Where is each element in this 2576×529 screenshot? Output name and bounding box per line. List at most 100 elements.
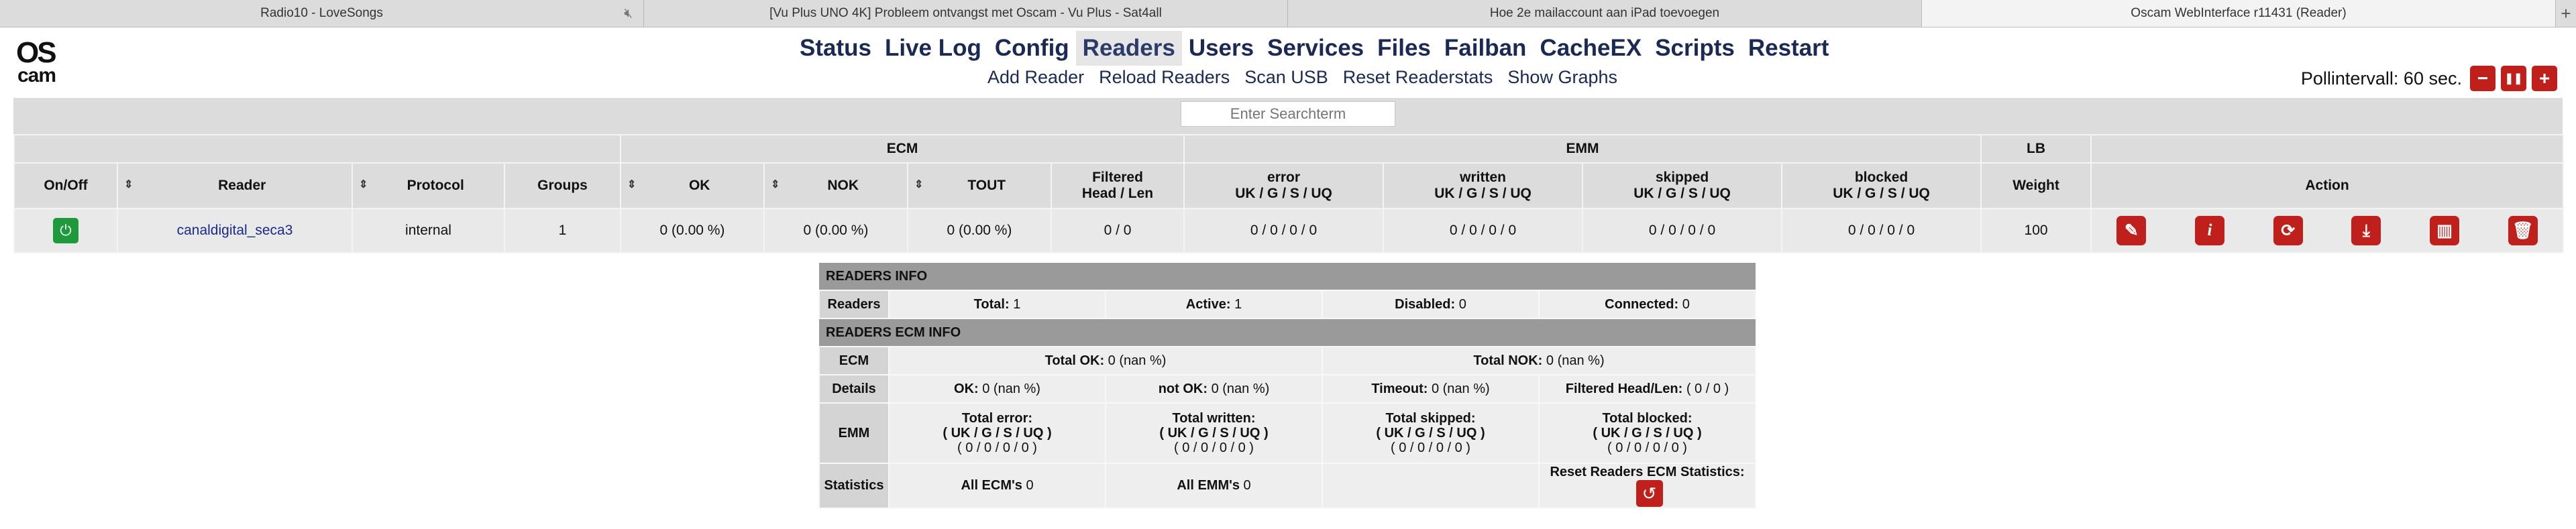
group-header-ecm: ECM [619, 134, 1185, 164]
cell-filtered: 0 / 0 [1050, 208, 1185, 253]
col-emm-error: error UK / G / S / UQ [1183, 162, 1385, 209]
connected-readers: Connected: 0 [1538, 290, 1756, 319]
reset-statistics: Reset Readers ECM Statistics:↺ [1538, 463, 1756, 509]
tab-title: Radio10 - LoveSongs [260, 6, 383, 20]
all-ecms: All ECM's 0 [888, 463, 1106, 509]
col-ok[interactable]: ⇕ OK [620, 162, 765, 209]
col-groups[interactable]: Groups [504, 162, 621, 209]
refresh-icon[interactable]: ⟳ [2273, 216, 2303, 245]
cell-emm-written: 0 / 0 / 0 / 0 [1383, 208, 1584, 253]
details-timeout: Timeout: 0 (nan %) [1322, 374, 1540, 404]
emm-total-written: Total written:( UK / G / S / UQ )( 0 / 0… [1105, 402, 1323, 464]
reset-stats-icon[interactable]: ↺ [1635, 480, 1663, 507]
browser-tab-oscam[interactable]: Oscam WebInterface r11431 (Reader) [1922, 0, 2556, 27]
main-nav: Status Live Log Config Readers Users Ser… [793, 31, 1835, 66]
stats-icon[interactable]: ▥ [2430, 216, 2459, 245]
col-filtered: Filtered Head / Len [1050, 162, 1185, 209]
poll-increase-button[interactable]: + [2532, 66, 2557, 91]
search-input[interactable] [1181, 101, 1395, 127]
emm-total-error: Total error:( UK / G / S / UQ )( 0 / 0 /… [888, 402, 1106, 464]
cell-emm-blocked: 0 / 0 / 0 / 0 [1781, 208, 1982, 253]
readers-info-table: READERS INFO Readers Total: 1 Active: 1 … [818, 263, 1756, 509]
emm-total-blocked: Total blocked:( UK / G / S / UQ )( 0 / 0… [1538, 402, 1756, 464]
emm-total-skipped: Total skipped:( UK / G / S / UQ )( 0 / 0… [1322, 402, 1540, 464]
total-nok: Total NOK: 0 (nan %) [1322, 346, 1756, 375]
emm-label: EMM [818, 402, 890, 464]
nav-status[interactable]: Status [793, 31, 878, 66]
poll-label: Pollintervall: 60 sec. [2300, 68, 2462, 89]
nav-scripts[interactable]: Scripts [1648, 31, 1741, 66]
add-reader-link[interactable]: Add Reader [987, 67, 1084, 88]
delete-icon[interactable]: 🗑︎ [2508, 216, 2538, 245]
tab-title: [Vu Plus UNO 4K] Probleem ontvangst met … [769, 6, 1162, 20]
browser-tab-radio10[interactable]: Radio10 - LoveSongs 🔇︎ [0, 0, 644, 27]
sort-icon[interactable]: ⇕ [359, 178, 368, 191]
nav-cacheex[interactable]: CacheEX [1533, 31, 1648, 66]
nav-failban[interactable]: Failban [1438, 31, 1534, 66]
show-graphs-link[interactable]: Show Graphs [1507, 67, 1617, 88]
scan-usb-link[interactable]: Scan USB [1244, 67, 1328, 88]
details-not-ok: not OK: 0 (nan %) [1105, 374, 1323, 404]
browser-tab-sat4all[interactable]: [Vu Plus UNO 4K] Probleem ontvangst met … [644, 0, 1288, 27]
poll-decrease-button[interactable]: − [2470, 66, 2496, 91]
poll-pause-button[interactable]: ❚❚ [2501, 66, 2526, 91]
oscam-logo[interactable]: OS cam [13, 38, 60, 86]
col-weight: Weight [1980, 162, 2092, 209]
col-nok[interactable]: ⇕ NOK [763, 162, 908, 209]
statistics-empty [1322, 463, 1540, 509]
power-toggle-icon[interactable]: ⏻ [53, 218, 78, 243]
details-ok: OK: 0 (nan %) [888, 374, 1106, 404]
sub-nav: Add Reader Reload Readers Scan USB Reset… [987, 67, 1617, 88]
browser-tab-bar: Radio10 - LoveSongs 🔇︎ [Vu Plus UNO 4K] … [0, 0, 2576, 27]
details-filtered: Filtered Head/Len: ( 0 / 0 ) [1538, 374, 1756, 404]
reader-name-link[interactable]: canaldigital_seca3 [177, 223, 293, 238]
disabled-readers: Disabled: 0 [1322, 290, 1540, 319]
download-icon[interactable]: ⤓ [2351, 216, 2381, 245]
readers-ecm-info-title: READERS ECM INFO [819, 318, 1756, 347]
poll-interval: Pollintervall: 60 sec. − ❚❚ + [2301, 66, 2557, 91]
col-emm-skipped: skipped UK / G / S / UQ [1582, 162, 1783, 209]
info-icon[interactable]: i [2195, 216, 2225, 245]
sort-icon[interactable]: ⇕ [771, 178, 780, 191]
nav-readers[interactable]: Readers [1075, 31, 1182, 66]
reload-readers-link[interactable]: Reload Readers [1099, 67, 1230, 88]
group-header-emm: EMM [1183, 134, 1982, 164]
cell-groups: 1 [504, 208, 621, 253]
readers-info-title: READERS INFO [819, 263, 1756, 290]
browser-tab-mail[interactable]: Hoe 2e mailaccount aan iPad toevoegen [1288, 0, 1922, 27]
cell-emm-skipped: 0 / 0 / 0 / 0 [1582, 208, 1783, 253]
nav-restart[interactable]: Restart [1741, 31, 1836, 66]
col-protocol[interactable]: ⇕ Protocol [352, 162, 505, 209]
group-header-lb: LB [1980, 134, 2092, 164]
cell-weight: 100 [1980, 208, 2092, 253]
tab-title: Oscam WebInterface r11431 (Reader) [2131, 6, 2347, 20]
nav-users[interactable]: Users [1182, 31, 1260, 66]
sort-icon[interactable]: ⇕ [914, 178, 923, 191]
col-tout[interactable]: ⇕ TOUT [907, 162, 1052, 209]
readers-label: Readers [818, 290, 890, 319]
total-readers: Total: 1 [888, 290, 1106, 319]
col-action: Action [2090, 162, 2565, 209]
readers-table: ECM EMM LB On/Off ⇕ Reader ⇕ Protocol Grou… [13, 134, 2565, 253]
nav-services[interactable]: Services [1260, 31, 1371, 66]
new-tab-button[interactable]: + [2556, 0, 2576, 27]
nav-live-log[interactable]: Live Log [878, 31, 988, 66]
cell-tout: 0 (0.00 %) [907, 208, 1052, 253]
sort-icon[interactable]: ⇕ [124, 178, 133, 191]
sort-icon[interactable]: ⇕ [627, 178, 636, 191]
edit-icon[interactable]: ✎ [2116, 216, 2147, 245]
group-header-empty [13, 134, 621, 164]
readers-info-panel: READERS INFO Readers Total: 1 Active: 1 … [818, 263, 1756, 509]
all-emms: All EMM's 0 [1105, 463, 1323, 509]
speaker-muted-icon[interactable]: 🔇︎ [624, 6, 633, 21]
ecm-label: ECM [818, 346, 890, 375]
col-onoff[interactable]: On/Off [13, 162, 118, 209]
nav-files[interactable]: Files [1371, 31, 1438, 66]
reset-readerstats-link[interactable]: Reset Readerstats [1343, 67, 1493, 88]
col-emm-written: written UK / G / S / UQ [1383, 162, 1584, 209]
statistics-label: Statistics [818, 463, 890, 509]
col-reader[interactable]: ⇕ Reader [117, 162, 353, 209]
cell-ok: 0 (0.00 %) [620, 208, 765, 253]
nav-config[interactable]: Config [988, 31, 1076, 66]
cell-actions: ✎ i ⟳ ⤓ ▥ 🗑︎ [2090, 208, 2565, 253]
